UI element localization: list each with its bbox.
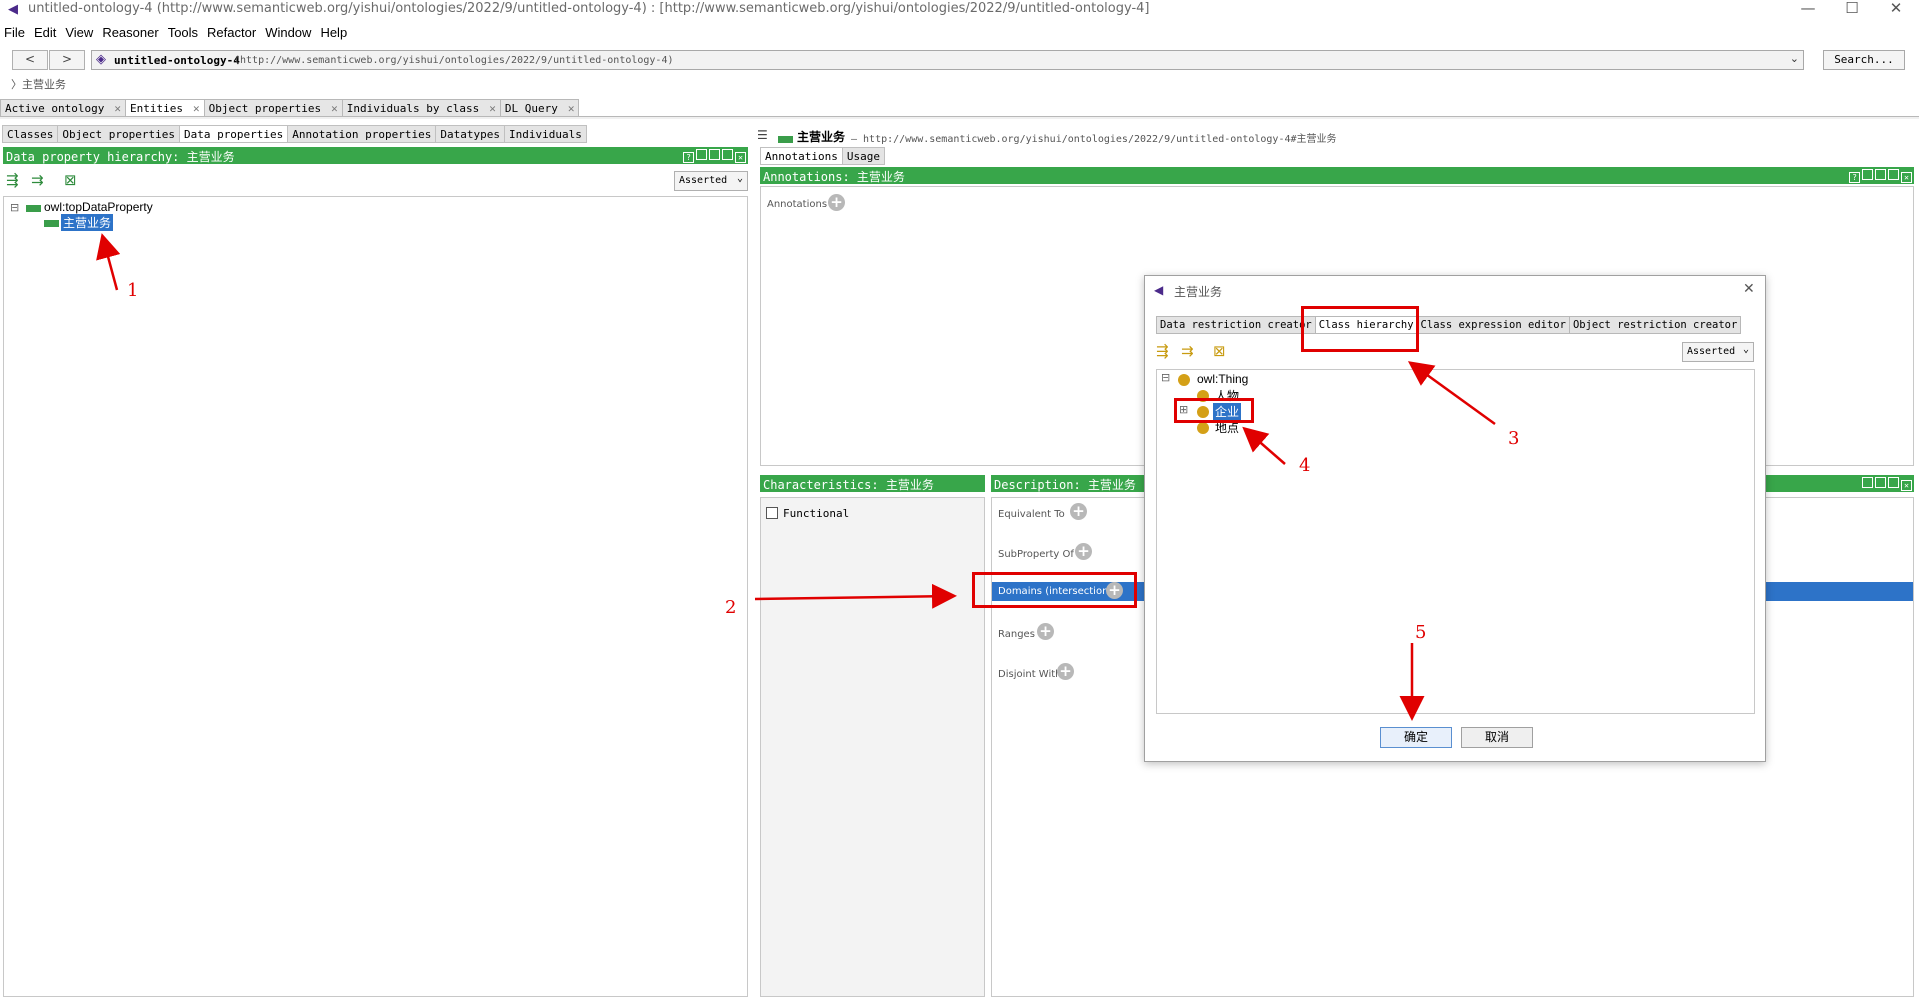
annotation-number-5: 5 (1415, 622, 1427, 643)
annotation-arrows-layer (96, 233, 1496, 721)
annotation-number-4: 4 (1299, 455, 1311, 476)
annotation-number-3: 3 (1508, 428, 1520, 449)
annotation-number-1: 1 (127, 280, 139, 301)
arrow-4 (1242, 426, 1286, 465)
arrow-2 (754, 583, 957, 609)
arrow-3 (1407, 361, 1496, 426)
arrow-1 (96, 233, 121, 291)
annotation-number-2: 2 (725, 597, 737, 618)
